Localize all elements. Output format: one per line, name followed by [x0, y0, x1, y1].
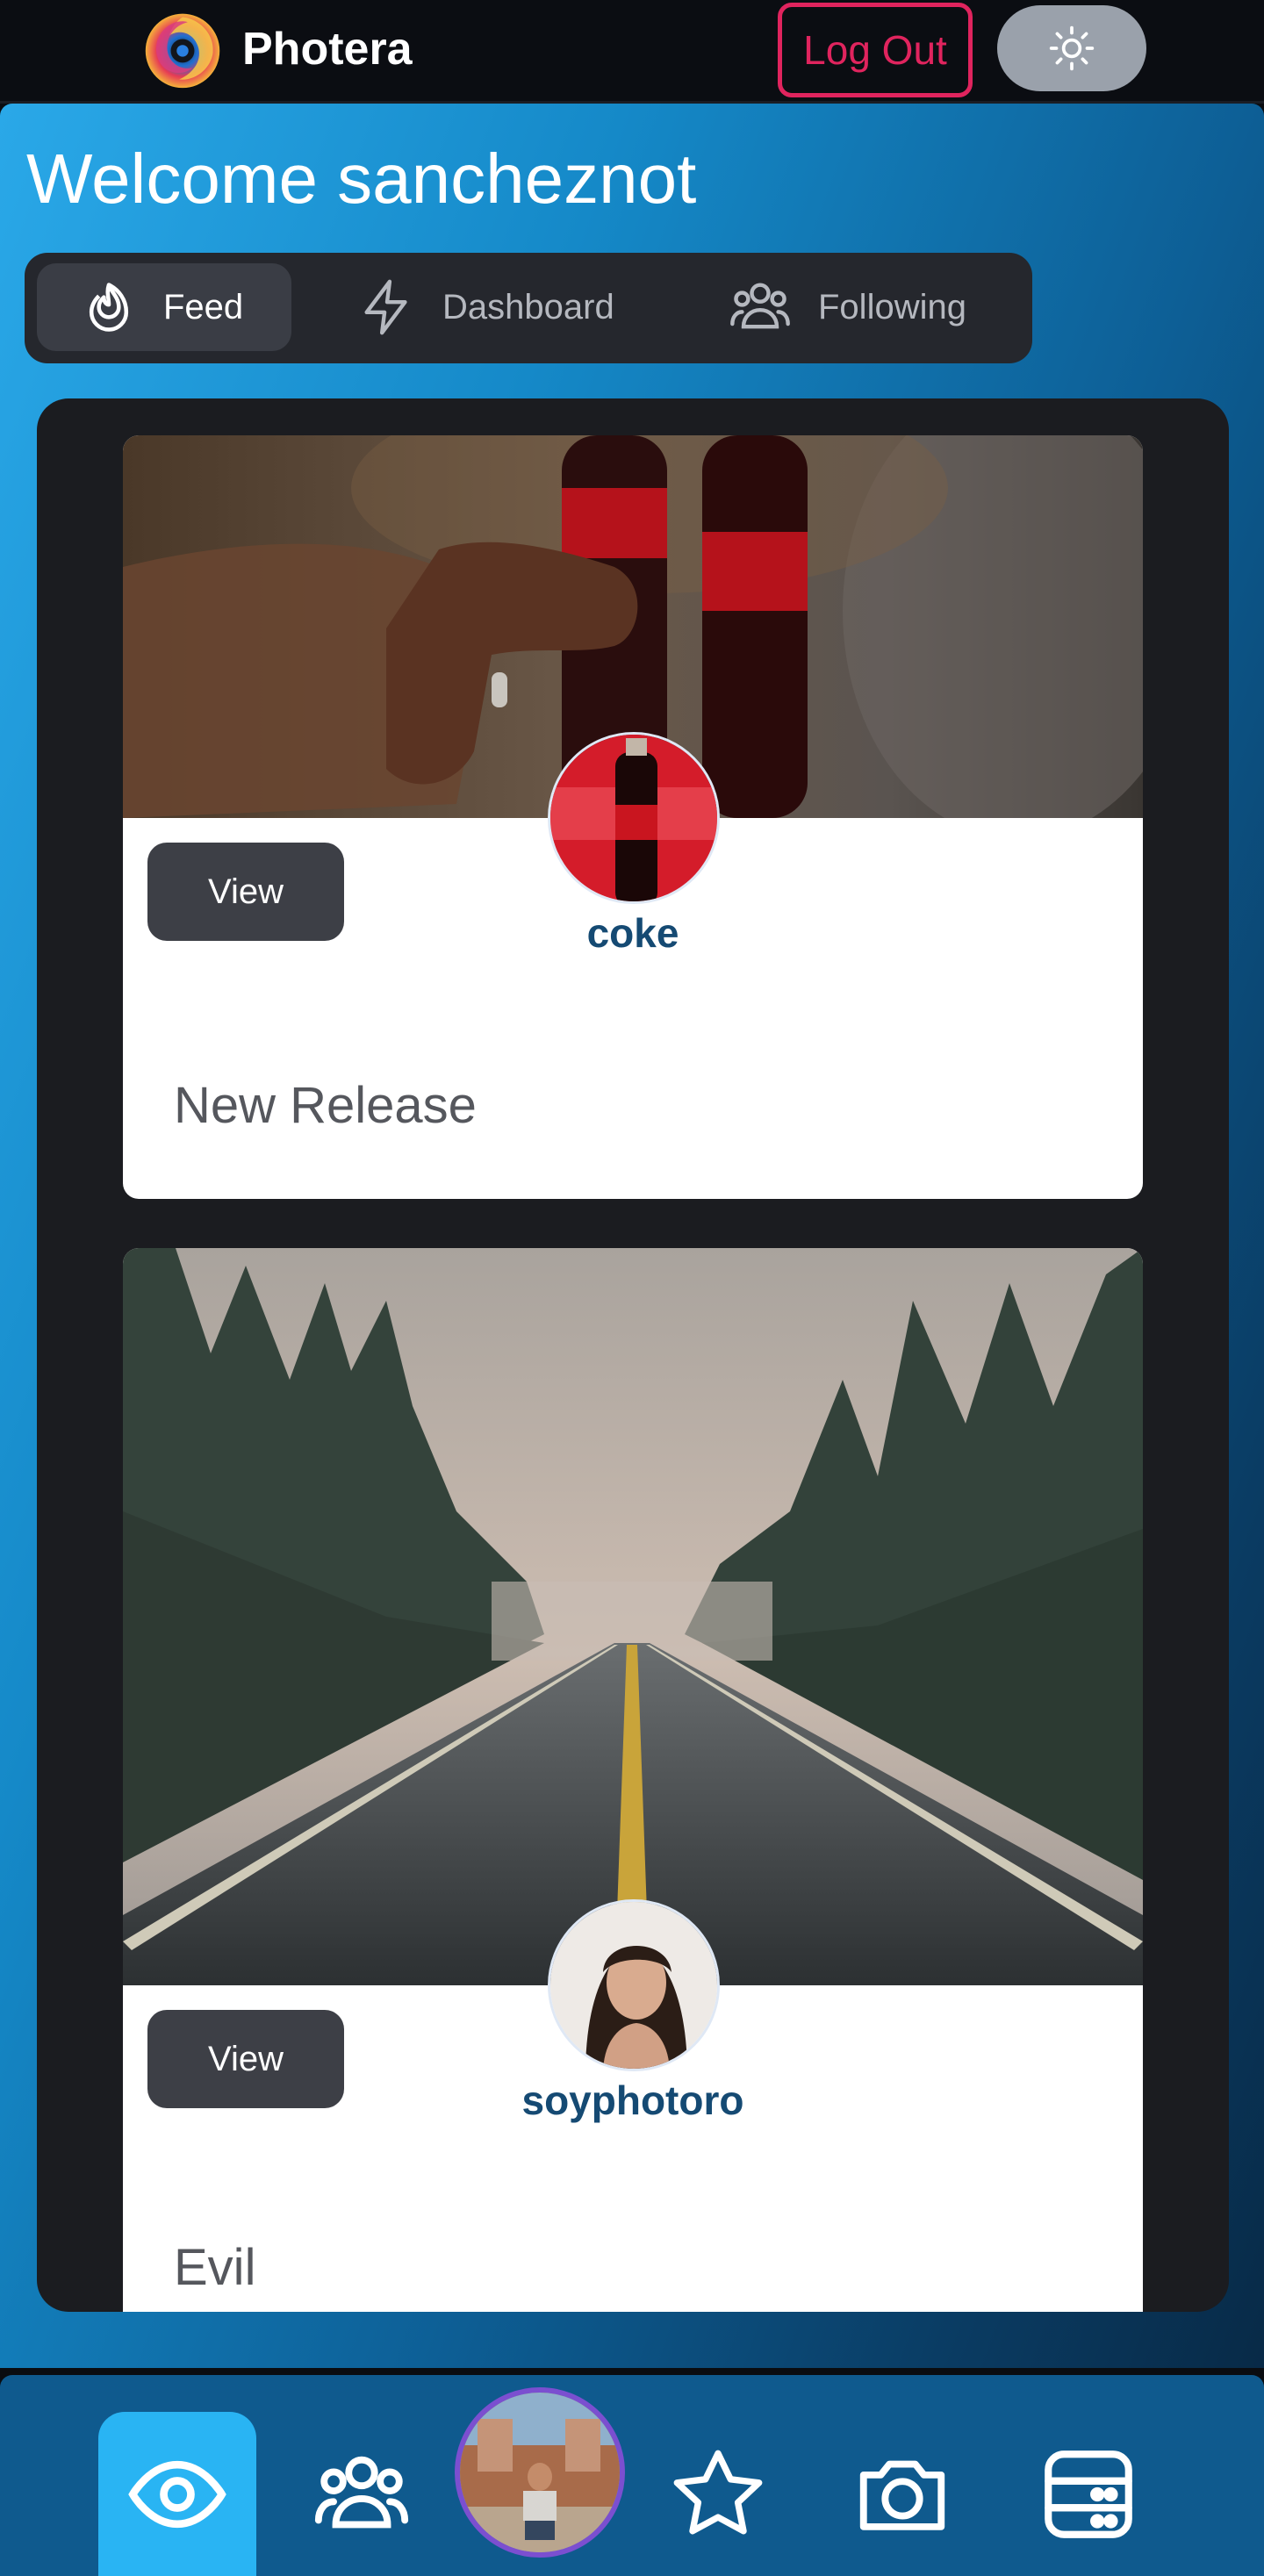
- tab-feed-label: Feed: [163, 287, 244, 326]
- eye-icon: [128, 2460, 226, 2528]
- post-author-avatar[interactable]: [548, 732, 720, 904]
- post-image[interactable]: [123, 1248, 1143, 1985]
- nav-camera[interactable]: [823, 2412, 981, 2576]
- post-author-username[interactable]: coke: [123, 909, 1143, 957]
- nav-feed[interactable]: [98, 2412, 256, 2576]
- post-caption: Evil: [174, 2239, 256, 2296]
- top-bar: Photera Log Out: [0, 0, 1264, 104]
- feed-tabs: Feed Dashboard Following: [25, 253, 1032, 363]
- post-caption: New Release: [174, 1077, 477, 1134]
- tab-following[interactable]: Following: [727, 263, 966, 351]
- photera-logo-icon[interactable]: [140, 7, 225, 91]
- avatar-image: [550, 1902, 717, 2069]
- users-icon: [730, 283, 790, 329]
- users-icon: [314, 2456, 409, 2528]
- brand-name: Photera: [242, 24, 413, 75]
- nav-profile-avatar[interactable]: [455, 2387, 625, 2558]
- nav-favorites[interactable]: [639, 2412, 797, 2576]
- post-author-avatar[interactable]: [548, 1899, 720, 2071]
- tab-dashboard-label: Dashboard: [442, 287, 614, 326]
- bottom-nav: [0, 2375, 1264, 2576]
- logout-button[interactable]: Log Out: [778, 3, 973, 97]
- post-card: View soyphotoro Evil: [123, 1248, 1143, 2312]
- feed-list[interactable]: View coke New Release View soyphotoro Ev…: [37, 398, 1229, 2312]
- flame-icon: [89, 283, 129, 332]
- tab-following-label: Following: [818, 287, 966, 326]
- nav-following[interactable]: [283, 2412, 441, 2576]
- post-author-username[interactable]: soyphotoro: [123, 2077, 1143, 2124]
- profile-avatar-image: [460, 2393, 620, 2552]
- bolt-icon: [364, 279, 407, 335]
- camera-icon: [859, 2460, 945, 2530]
- server-icon: [1045, 2450, 1132, 2538]
- tab-dashboard[interactable]: Dashboard: [356, 263, 614, 351]
- post-card: View coke New Release: [123, 435, 1143, 1199]
- sun-icon: [1049, 25, 1095, 71]
- theme-toggle-button[interactable]: [997, 5, 1146, 91]
- avatar-image: [550, 735, 717, 901]
- star-icon: [673, 2450, 763, 2534]
- welcome-heading: Welcome sancheznot: [26, 140, 697, 218]
- nav-storage[interactable]: [1009, 2412, 1167, 2576]
- tab-feed[interactable]: Feed: [37, 263, 291, 351]
- main-content: Welcome sancheznot Feed Dashboard Follow…: [0, 104, 1264, 2368]
